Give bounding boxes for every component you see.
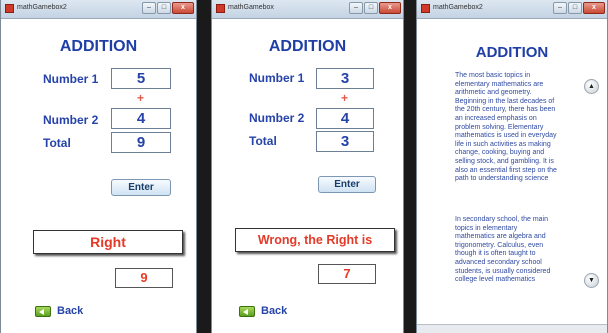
- number1-label: Number 1: [249, 71, 305, 85]
- minimize-button[interactable]: –: [553, 2, 567, 14]
- number2-label: Number 2: [249, 111, 305, 125]
- number2-field: 4: [111, 108, 171, 129]
- back-arrow-icon[interactable]: [239, 306, 255, 317]
- total-input[interactable]: 3: [316, 131, 374, 152]
- number2-field: 4: [316, 108, 374, 129]
- maximize-button[interactable]: □: [364, 2, 378, 14]
- back-button[interactable]: Back: [261, 305, 287, 317]
- maximize-button[interactable]: □: [568, 2, 582, 14]
- app-window-info: mathGamebox2 – □ x ADDITION The most bas…: [416, 0, 608, 333]
- window-title: mathGamebox2: [17, 4, 67, 11]
- status-strip: [417, 324, 607, 333]
- window-controls: – □ x: [349, 2, 401, 14]
- window-controls: – □ x: [553, 2, 605, 14]
- back-arrow-icon[interactable]: [35, 306, 51, 317]
- correct-answer-field: 7: [318, 264, 376, 284]
- title-bar: mathGamebox2 – □ x: [1, 0, 196, 19]
- app-icon: [5, 4, 14, 13]
- minimize-button[interactable]: –: [349, 2, 363, 14]
- window-title: mathGamebox2: [433, 4, 483, 11]
- info-paragraph-1: The most basic topics in elementary math…: [455, 72, 557, 183]
- window-controls: – □ x: [142, 2, 194, 14]
- scroll-up-icon[interactable]: ▲: [584, 79, 599, 94]
- close-button[interactable]: x: [379, 2, 401, 14]
- total-label: Total: [43, 136, 71, 150]
- page-title: ADDITION: [268, 38, 347, 55]
- app-window-right-answer: mathGamebox2 – □ x ADDITION Number 1 5 +…: [0, 0, 197, 333]
- title-bar: mathGamebox – □ x: [212, 0, 403, 19]
- window-title: mathGamebox: [228, 4, 274, 11]
- app-icon: [421, 4, 430, 13]
- plus-sign: +: [137, 91, 145, 105]
- page-title: ADDITION: [475, 44, 549, 61]
- app-icon: [216, 4, 225, 13]
- back-button[interactable]: Back: [57, 305, 83, 317]
- app-window-wrong-answer: mathGamebox – □ x ADDITION Number 1 3 + …: [211, 0, 404, 333]
- enter-button[interactable]: Enter: [111, 179, 171, 196]
- number2-label: Number 2: [43, 113, 99, 127]
- page-title: ADDITION: [59, 38, 138, 55]
- title-bar: mathGamebox2 – □ x: [417, 0, 607, 19]
- info-paragraph-2: In secondary school, the main topics in …: [455, 216, 551, 284]
- window-separator: [404, 0, 416, 333]
- number1-field: 3: [316, 68, 374, 89]
- enter-button[interactable]: Enter: [318, 176, 376, 193]
- total-label: Total: [249, 134, 277, 148]
- close-button[interactable]: x: [172, 2, 194, 14]
- result-message: Right: [33, 230, 183, 254]
- window-separator: [197, 0, 211, 333]
- number1-field: 5: [111, 68, 171, 89]
- close-button[interactable]: x: [583, 2, 605, 14]
- total-input[interactable]: 9: [111, 132, 171, 153]
- maximize-button[interactable]: □: [157, 2, 171, 14]
- minimize-button[interactable]: –: [142, 2, 156, 14]
- correct-answer-field: 9: [115, 268, 173, 288]
- scroll-down-icon[interactable]: ▼: [584, 273, 599, 288]
- number1-label: Number 1: [43, 72, 99, 86]
- result-message: Wrong, the Right is: [235, 228, 395, 252]
- plus-sign: +: [341, 91, 349, 105]
